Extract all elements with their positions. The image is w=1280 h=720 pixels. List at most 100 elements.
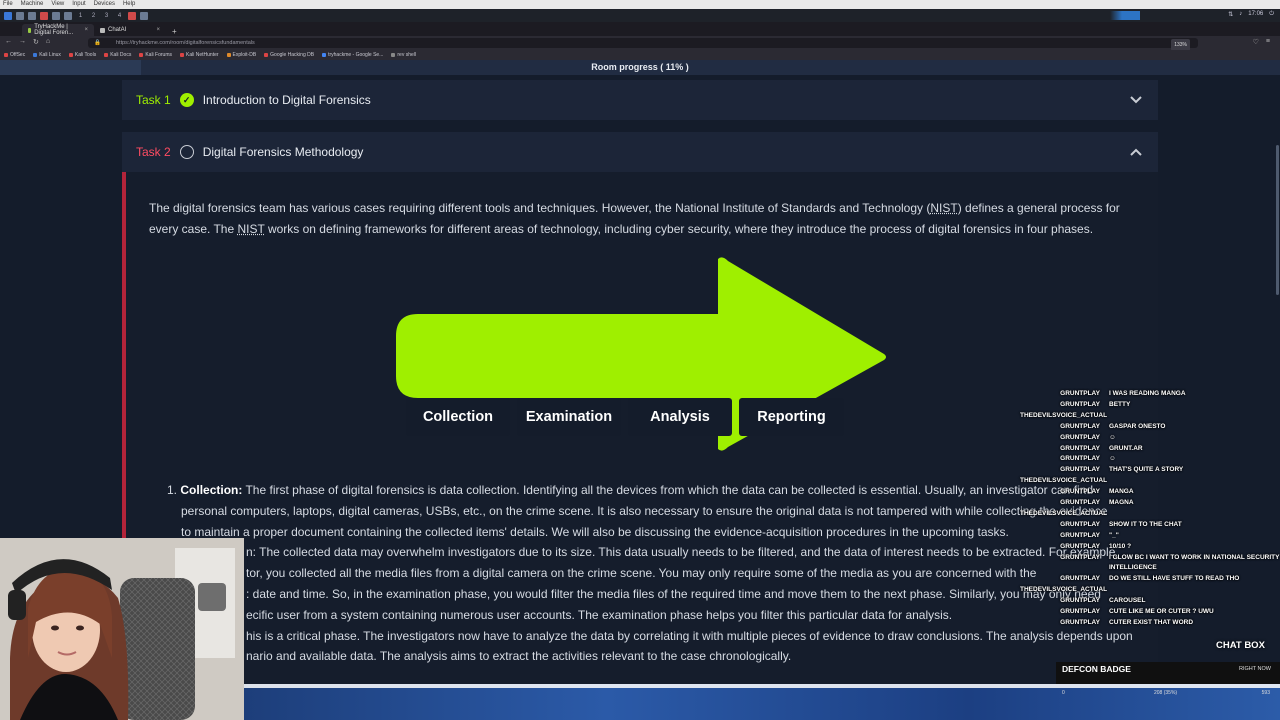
vm-menu-input[interactable]: Input	[72, 0, 85, 9]
browser-tab-bar: TryHackMe | Digital Foren... × ChatAI × …	[0, 22, 1280, 36]
new-tab-icon[interactable]: +	[166, 27, 183, 36]
chat-text: MANGA	[1109, 488, 1134, 496]
chat-username: GRUNTPLAY	[1060, 618, 1100, 626]
list-item: to maintain a proper document containing…	[181, 524, 1009, 539]
chat-message: GRUNTPLAY I GLOW BC I WANT TO WORK IN NAT…	[1020, 553, 1279, 561]
chat-username: GRUNTPLAY	[1060, 520, 1100, 528]
chatai-favicon-icon	[100, 27, 105, 33]
vm-menu-machine[interactable]: Machine	[21, 0, 44, 9]
chat-message: INTELLIGENCE	[1020, 564, 1157, 571]
chat-text: CAROUSEL	[1109, 597, 1146, 605]
bookmark-item[interactable]: Exploit-DB	[226, 52, 256, 58]
list-item: n: The collected data may overwhelm inve…	[246, 545, 1116, 560]
chat-text: 10/10 ?	[1109, 542, 1132, 550]
vm-menu-bar: File Machine View Input Devices Help	[0, 0, 1280, 9]
page-scrollbar[interactable]	[1276, 145, 1279, 295]
task-2-header[interactable]: Task 2 Digital Forensics Methodology	[122, 132, 1158, 172]
task-2-content: The digital forensics team has various c…	[122, 172, 1158, 720]
firefox-icon[interactable]	[128, 11, 136, 20]
chat-message: GRUNTPLAY ☺	[1020, 455, 1116, 463]
menu-icon[interactable]: ≡	[1266, 38, 1270, 46]
workspace-1[interactable]: 1	[76, 13, 85, 19]
status-left-value: 0	[1062, 690, 1065, 696]
terminal-icon[interactable]	[16, 11, 24, 20]
chat-text: GASPAR ONESTO	[1109, 422, 1166, 430]
tab-label: ChatAI	[108, 27, 127, 33]
close-icon[interactable]: ×	[156, 27, 160, 33]
reload-icon[interactable]: ↻	[33, 38, 39, 46]
chat-username: GRUNTPLAY	[1060, 390, 1100, 397]
desktop-panel: 1 2 3 4 ⇅ ♪ 17:06 ⏻	[0, 9, 1280, 22]
files-icon[interactable]	[28, 11, 36, 20]
cpu-graph	[1110, 11, 1140, 20]
checkmark-icon: ✓	[179, 93, 194, 107]
workspace-2[interactable]: 2	[89, 13, 98, 19]
bookmark-item[interactable]: tryhackme - Google Se...	[322, 52, 383, 58]
chat-text: I WAS READING MANGA	[1109, 390, 1186, 397]
chat-username: GRUNTPLAY	[1060, 499, 1100, 506]
defcon-badge-bar: DEFCON BADGE RIGHT NOW	[1056, 662, 1280, 684]
browser-toolbar: ← → ↻ ⌂ 🔒 https://tryhackme.com/room/dig…	[0, 36, 1280, 51]
defcon-badge-label: DEFCON BADGE	[1062, 664, 1131, 674]
forward-icon[interactable]: →	[19, 38, 26, 46]
task-2-number: Task 2	[136, 145, 171, 159]
settings-icon[interactable]	[64, 11, 72, 20]
home-icon[interactable]: ⌂	[46, 38, 50, 46]
bookmark-item[interactable]: Kali Docs	[104, 52, 131, 58]
chat-username: GRUNTPLAY	[1060, 542, 1100, 550]
back-icon[interactable]: ←	[5, 38, 12, 46]
text-editor-icon[interactable]	[52, 11, 60, 20]
list-item: his is a critical phase. The investigato…	[246, 628, 1133, 643]
tryhackme-favicon-icon	[28, 27, 32, 33]
app-menu-icon[interactable]	[4, 11, 12, 20]
chat-username: GRUNTPLAY	[1060, 466, 1100, 474]
tab-chatai[interactable]: ChatAI ×	[94, 24, 166, 36]
chat-username: GRUNTPLAY	[1060, 422, 1100, 430]
list-item: : date and time. So, in the examination …	[246, 586, 1101, 601]
window-icon[interactable]	[140, 11, 148, 20]
vm-menu-devices[interactable]: Devices	[94, 0, 115, 9]
lock-icon: 🔒	[94, 40, 101, 46]
workspace-4[interactable]: 4	[115, 13, 124, 19]
bookmark-item[interactable]: OffSec	[4, 52, 25, 58]
bookmark-item[interactable]: rev shell	[391, 52, 416, 58]
chat-message: GRUNTPLAY BETTY	[1020, 400, 1130, 408]
bookmark-item[interactable]: Kali NetHunter	[180, 52, 219, 58]
chat-username: GRUNTPLAY	[1060, 608, 1100, 615]
chevron-down-icon[interactable]	[1128, 92, 1144, 108]
bookmark-item[interactable]: Kali Forums	[139, 52, 172, 58]
tab-tryhackme[interactable]: TryHackMe | Digital Foren... ×	[22, 24, 94, 36]
chat-message: THEDEVILSVOICE_ACTUAL	[1020, 477, 1108, 485]
chat-username: THEDEVILSVOICE_ACTUAL	[1020, 586, 1108, 594]
chat-message: GRUNTPLAY "_"	[1020, 532, 1119, 539]
chat-username: GRUNTPLAY	[1060, 455, 1100, 463]
pocket-icon[interactable]: ♡	[1253, 38, 1259, 46]
list-item: ecific user from a system containing num…	[246, 607, 953, 622]
bookmark-item[interactable]: Google Hacking DB	[264, 52, 314, 58]
network-icon[interactable]: ⇅	[1228, 11, 1233, 18]
workspace-3[interactable]: 3	[102, 13, 111, 19]
chat-message: THEDEVILSVOICE_ACTUAL	[1020, 412, 1107, 419]
vm-menu-view[interactable]: View	[51, 0, 64, 9]
chat-message: GRUNTPLAY SHOW IT TO THE CHAT	[1020, 520, 1182, 528]
browser-icon[interactable]	[40, 11, 48, 20]
chat-username: GRUNTPLAY	[1060, 553, 1100, 561]
address-bar[interactable]: 🔒 https://tryhackme.com/room/digitalfore…	[88, 38, 1198, 51]
task-1-number: Task 1	[136, 93, 171, 107]
screen: File Machine View Input Devices Help 1 2…	[0, 0, 1280, 720]
task-1-header[interactable]: Task 1 ✓ Introduction to Digital Forensi…	[122, 80, 1158, 120]
bookmark-item[interactable]: Kali Tools	[68, 52, 96, 58]
vm-menu-file[interactable]: File	[3, 0, 13, 9]
bookmark-item[interactable]: Kali Linux	[33, 52, 61, 58]
vm-menu-help[interactable]: Help	[123, 0, 135, 9]
phases-list: 1. Collection: The first phase of digita…	[167, 480, 1133, 667]
task-2-title: Digital Forensics Methodology	[202, 145, 364, 159]
circle-icon	[179, 145, 194, 159]
chat-username: THEDEVILSVOICE_ACTUAL	[1020, 477, 1108, 485]
power-icon[interactable]: ⏻	[1269, 11, 1274, 18]
volume-icon[interactable]: ♪	[1239, 11, 1242, 18]
chat-username: GRUNTPLAY	[1060, 400, 1100, 408]
close-icon[interactable]: ×	[84, 27, 88, 33]
chevron-up-icon[interactable]	[1128, 144, 1144, 160]
list-item: personal computers, laptops, digital cam…	[181, 503, 1108, 518]
